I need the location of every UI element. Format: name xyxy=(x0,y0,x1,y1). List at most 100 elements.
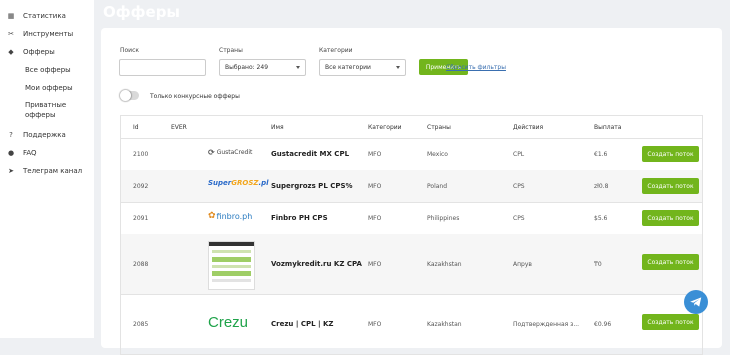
categories-select[interactable]: Все категории xyxy=(319,59,406,76)
offer-category: MFO xyxy=(368,261,382,268)
offer-name[interactable]: Crezu | CPL | KZ xyxy=(271,320,333,328)
table-header: Id EVER Имя Категории Страны Действия Вы… xyxy=(121,116,702,139)
offer-id: 2088 xyxy=(133,261,149,268)
finbro-logo: ✿ finbro.ph xyxy=(208,211,252,221)
offer-payout: €0.96 xyxy=(594,321,612,328)
table-row: 2092 Super GROSZ .pl Supergrozs PL CPS% MF… xyxy=(121,170,702,203)
offer-name[interactable]: Gustacredit MX CPL xyxy=(271,150,349,158)
chevron-down-icon xyxy=(296,66,300,69)
page-title: Офферы xyxy=(103,3,180,21)
header-id: Id xyxy=(133,124,139,131)
contest-offers-toggle[interactable] xyxy=(120,90,139,101)
header-categories: Категории xyxy=(368,124,402,131)
offer-country: Poland xyxy=(427,183,448,190)
offer-action: CPS xyxy=(513,183,525,190)
sidebar-item-label: Поддержка xyxy=(23,131,66,139)
question-icon: ? xyxy=(9,131,13,139)
offer-action: CPL xyxy=(513,151,525,158)
offer-category: MFO xyxy=(368,215,382,222)
create-stream-button[interactable]: Создать поток xyxy=(642,178,699,194)
sidebar-item-statistics[interactable]: ▦ Статистика xyxy=(6,12,66,20)
telegram-icon xyxy=(690,297,702,307)
offer-payout: €1.6 xyxy=(594,151,608,158)
offer-name[interactable]: Supergrozs PL CPS% xyxy=(271,182,353,190)
offer-action: Подтвержденная з... xyxy=(513,321,580,328)
sidebar-subitem-all-offers[interactable]: Все офферы xyxy=(25,65,71,75)
sidebar-item-offers[interactable]: ◆ Офферы xyxy=(6,48,55,56)
telegram-floating-button[interactable] xyxy=(684,290,708,314)
offer-id: 2100 xyxy=(133,151,149,158)
header-ever: EVER xyxy=(171,124,187,131)
finbro-logo-mark: ✿ xyxy=(208,211,216,221)
countries-label: Страны xyxy=(219,47,243,54)
supergrosz-logo-part: .pl xyxy=(258,179,269,187)
sidebar-item-label: Офферы xyxy=(23,48,55,56)
offer-country: Philippines xyxy=(427,215,460,222)
contest-offers-label: Только конкурсные офферы xyxy=(150,93,240,100)
header-actions: Действия xyxy=(513,124,544,131)
supergrosz-logo-part: Super xyxy=(208,179,232,187)
finbro-logo-text: finbro.ph xyxy=(216,211,253,221)
crezu-logo-text: Crezu xyxy=(208,314,249,331)
header-payout: Выплата xyxy=(594,124,622,131)
offer-id: 2092 xyxy=(133,183,149,190)
tools-icon: ✂ xyxy=(8,30,14,38)
reset-filters-link[interactable]: Сбросить фильтры xyxy=(446,64,506,71)
offer-payout: $5.6 xyxy=(594,215,608,222)
search-input[interactable] xyxy=(119,59,206,76)
sidebar-item-support[interactable]: ? Поддержка xyxy=(6,131,66,139)
send-icon: ➤ xyxy=(8,167,14,175)
create-stream-button[interactable]: Создать поток xyxy=(642,254,699,270)
offer-category: MFO xyxy=(368,151,382,158)
offer-country: Kazakhstan xyxy=(427,321,462,328)
sidebar-subitem-private-offers[interactable]: Приватные офферы xyxy=(25,100,75,120)
offer-name[interactable]: Finbro PH CPS xyxy=(271,214,328,222)
sidebar: ▦ Статистика ✂ Инструменты ◆ Офферы Все … xyxy=(0,0,94,338)
countries-select-value: Выбрано: 249 xyxy=(225,64,269,71)
table-row: 2085 Crezu Crezu | CPL | KZ MFO Kazakhst… xyxy=(121,294,702,354)
offer-name[interactable]: Vozmykredit.ru KZ CPA xyxy=(271,260,362,268)
offer-category: MFO xyxy=(368,321,382,328)
offer-country: Mexico xyxy=(427,151,448,158)
offer-payout: zł0.8 xyxy=(594,183,609,190)
supergrosz-logo-part: GROSZ xyxy=(231,179,259,187)
offer-action: Апрув xyxy=(513,261,532,268)
create-stream-button[interactable]: Создать поток xyxy=(642,210,699,226)
offers-card: Поиск Страны Выбрано: 249 Категории Все … xyxy=(101,28,722,355)
gustacredit-logo: ⟳ GustaCredit xyxy=(208,148,252,157)
gustacredit-logo-text: GustaCredit xyxy=(216,149,253,156)
toggle-knob xyxy=(120,90,131,101)
table-row: 2091 ✿ finbro.ph Finbro PH CPS MFO Phili… xyxy=(121,202,702,235)
sidebar-item-telegram[interactable]: ➤ Телеграм канал xyxy=(6,167,82,175)
offer-payout: ₸0 xyxy=(594,261,602,268)
create-stream-button[interactable]: Создать поток xyxy=(642,314,699,330)
countries-select[interactable]: Выбрано: 249 xyxy=(219,59,306,76)
chevron-down-icon xyxy=(396,66,400,69)
gustacredit-logo-mark: ⟳ xyxy=(208,148,215,157)
offer-action: CPS xyxy=(513,215,525,222)
sidebar-subitem-my-offers[interactable]: Мои офферы xyxy=(25,83,73,93)
categories-select-value: Все категории xyxy=(325,64,371,71)
sidebar-item-tools[interactable]: ✂ Инструменты xyxy=(6,30,73,38)
vozmykredit-logo xyxy=(208,241,255,290)
table-row: 2100 ⟳ GustaCredit Gustacredit MX CPL MF… xyxy=(121,138,702,171)
chart-icon: ▦ xyxy=(7,12,15,20)
crezu-logo: Crezu xyxy=(208,314,248,331)
header-countries: Страны xyxy=(427,124,451,131)
offers-table: Id EVER Имя Категории Страны Действия Вы… xyxy=(120,115,703,355)
sidebar-item-label: Телеграм канал xyxy=(23,167,83,175)
offer-id: 2091 xyxy=(133,215,149,222)
sidebar-item-label: Инструменты xyxy=(23,30,74,38)
header-name: Имя xyxy=(271,124,284,131)
sidebar-item-faq[interactable]: ● FAQ xyxy=(6,149,37,157)
sidebar-item-label: FAQ xyxy=(23,149,37,157)
table-row: 2088 Vozmykredit.ru KZ CPA MFO Kazakhsta… xyxy=(121,234,702,295)
create-stream-button[interactable]: Создать поток xyxy=(642,146,699,162)
info-icon: ● xyxy=(7,149,15,157)
search-label: Поиск xyxy=(120,47,140,54)
categories-label: Категории xyxy=(319,47,353,54)
tag-icon: ◆ xyxy=(8,48,14,56)
offer-country: Kazakhstan xyxy=(427,261,462,268)
supergrosz-logo: Super GROSZ .pl xyxy=(208,179,269,187)
offer-id: 2085 xyxy=(133,321,149,328)
